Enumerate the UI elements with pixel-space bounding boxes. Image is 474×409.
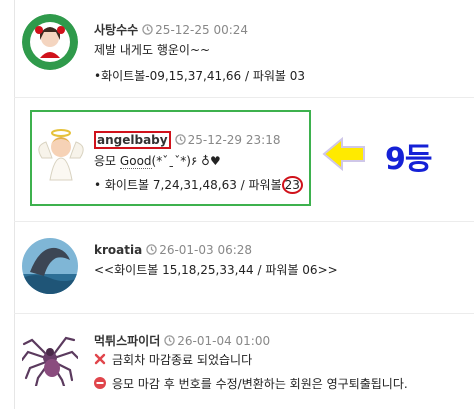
comment-text-line: 금회차 마감종료 되었습니다 (112, 353, 253, 367)
divider (14, 313, 474, 314)
clock-icon (146, 244, 157, 255)
comment-author[interactable]: angelbaby (94, 131, 171, 149)
avatar[interactable] (22, 14, 78, 70)
comment-time: 26-01-03 06:28 (159, 243, 253, 257)
comment-text: <<화이트볼 15,18,25,33,44 / 파워볼 06>> (94, 263, 338, 277)
no-entry-icon (94, 377, 106, 389)
powerball-circle: 23 (281, 176, 303, 194)
divider (14, 221, 474, 222)
comment-text-good: Good (119, 154, 152, 169)
comment-time: 25-12-29 23:18 (187, 133, 281, 147)
comment-text: 응모 마감 후 번호를 수정/변환하는 회원은 영구퇴출됩니다. (94, 374, 466, 394)
comment-author[interactable]: 사탕수수 (94, 23, 138, 37)
comment-text-prefix: 응모 (94, 154, 117, 168)
comment-text-suffix: (*ˇˍˇ*)۶ ♁♥ (151, 154, 221, 168)
clock-icon (174, 134, 186, 145)
avatar[interactable] (22, 330, 78, 386)
clock-icon (164, 335, 175, 346)
comment-author[interactable]: kroatia (94, 243, 142, 257)
comment-text: 제발 내게도 행운이~~ (94, 43, 211, 57)
arrow-left-icon (322, 137, 365, 171)
divider (14, 97, 474, 98)
comment-text-prefix: • 화이트볼 7,24,31,48,63 / 파워볼 (94, 178, 282, 192)
comment-text-line: 응모 마감 후 번호를 수정/변환하는 회원은 영구퇴출됩니다. (112, 377, 408, 391)
clock-icon (142, 24, 153, 35)
comment-text: 금회차 마감종료 되었습니다 (94, 350, 466, 370)
comment-author[interactable]: 먹튀스파이더 (94, 334, 160, 348)
comment-time: 26-01-04 01:00 (177, 334, 271, 348)
avatar[interactable] (36, 128, 86, 184)
comment-text: • 화이트볼 7,24,31,48,63 / 파워볼 23 (94, 175, 466, 195)
comment-text: •화이트볼-09,15,37,41,66 / 파워볼 03 (94, 69, 306, 83)
comment-time: 25-12-25 00:24 (155, 23, 249, 37)
rank-label: 9등 (385, 142, 432, 177)
thread-line (14, 0, 15, 409)
avatar[interactable] (22, 238, 78, 294)
x-icon (94, 353, 106, 365)
